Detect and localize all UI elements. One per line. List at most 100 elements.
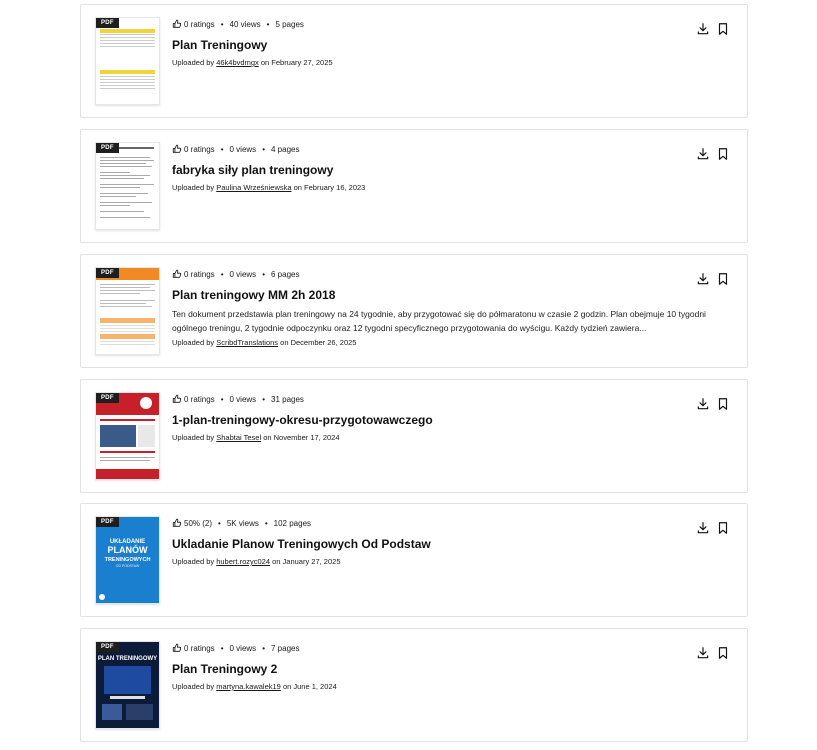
separator-dot: •: [218, 518, 221, 528]
pdf-badge: PDF: [96, 143, 119, 153]
document-title[interactable]: Plan Treningowy 2: [172, 662, 277, 676]
result-card[interactable]: PDF 0 ratings • 0 views • 31 pages 1-pla…: [80, 379, 748, 493]
document-meta: 50% (2) • 5K views • 102 pages: [172, 518, 311, 528]
bookmark-icon[interactable]: [716, 272, 730, 286]
uploaded-by-label: Uploaded by: [172, 183, 215, 192]
views-count: 0 views: [229, 643, 257, 653]
page-count: 102 pages: [273, 518, 312, 528]
bookmark-icon[interactable]: [716, 22, 730, 36]
document-meta: 0 ratings • 0 views • 7 pages: [172, 643, 299, 653]
download-icon[interactable]: [696, 272, 710, 286]
ratings-count: 0 ratings: [184, 19, 215, 29]
result-card[interactable]: PDF 0 ratings • 0 views • 6 pages Plan t…: [80, 254, 748, 368]
document-title[interactable]: Plan Treningowy: [172, 38, 267, 52]
bookmark-icon[interactable]: [716, 521, 730, 535]
document-title[interactable]: fabryka siły plan treningowy: [172, 163, 333, 177]
result-card[interactable]: PDF PLAN TRENINGOWY 0 ratings • 0 views …: [80, 628, 748, 742]
document-thumbnail[interactable]: PDF: [95, 17, 160, 105]
thumbnail-preview: [100, 147, 154, 218]
upload-info: Uploaded by ScribdTranslations on Decemb…: [172, 338, 356, 347]
uploader-link[interactable]: ScribdTranslations: [216, 338, 278, 347]
card-actions: [696, 22, 730, 36]
thumbnail-preview: PLAN TRENINGOWY: [96, 642, 159, 728]
separator-dot: •: [220, 643, 224, 653]
card-actions: [696, 521, 730, 535]
separator-dot: •: [266, 19, 270, 29]
document-meta: 0 ratings • 0 views • 6 pages: [172, 269, 299, 279]
document-description: Ten dokument przedstawia plan treningowy…: [172, 309, 706, 333]
cover-line: PLAN TRENINGOWY: [98, 656, 157, 662]
uploader-link[interactable]: martyna.kawalek19: [216, 682, 281, 691]
ratings-count: 50% (2): [184, 518, 213, 528]
upload-date: on June 1, 2024: [282, 682, 337, 691]
document-meta: 0 ratings • 0 views • 31 pages: [172, 394, 304, 404]
download-icon[interactable]: [696, 147, 710, 161]
uploaded-by-label: Uploaded by: [172, 338, 215, 347]
document-thumbnail[interactable]: PDF PLAN TRENINGOWY: [95, 641, 160, 729]
download-icon[interactable]: [696, 521, 710, 535]
document-thumbnail[interactable]: PDF: [95, 392, 160, 480]
separator-dot: •: [220, 144, 224, 154]
document-thumbnail[interactable]: PDF: [95, 142, 160, 230]
upload-info: Uploaded by Shabtai Tesel on November 17…: [172, 433, 340, 442]
cover-line: PLANÓW: [108, 544, 149, 555]
document-title[interactable]: Ukladanie Planow Treningowych Od Podstaw: [172, 537, 431, 551]
uploaded-by-label: Uploaded by: [172, 433, 215, 442]
bookmark-icon[interactable]: [716, 397, 730, 411]
download-icon[interactable]: [696, 22, 710, 36]
upload-info: Uploaded by hubert.rozyc024 on January 2…: [172, 557, 341, 566]
cover-line: OD PODSTAW: [116, 564, 140, 568]
download-icon[interactable]: [696, 397, 710, 411]
uploaded-by-label: Uploaded by: [172, 58, 215, 67]
thumbs-up-icon: [172, 144, 182, 153]
separator-dot: •: [220, 394, 224, 404]
card-actions: [696, 272, 730, 286]
upload-info: Uploaded by martyna.kawalek19 on June 1,…: [172, 682, 337, 691]
page-count: 31 pages: [271, 394, 304, 404]
upload-date: on December 26, 2025: [280, 338, 357, 347]
upload-date: on November 17, 2024: [263, 433, 340, 442]
result-card[interactable]: PDF 0 ratings • 0 views • 4 pages fabryk…: [80, 129, 748, 243]
views-count: 0 views: [229, 269, 257, 279]
card-actions: [696, 397, 730, 411]
uploader-link[interactable]: Shabtai Tesel: [216, 433, 261, 442]
separator-dot: •: [264, 518, 268, 528]
thumbnail-preview: UKŁADANIE PLANÓW TRENINGOWYCH OD PODSTAW: [96, 517, 159, 603]
upload-date: on January 27, 2025: [272, 557, 341, 566]
ratings-count: 0 ratings: [184, 643, 215, 653]
separator-dot: •: [262, 643, 265, 653]
thumbnail-preview: [100, 29, 155, 89]
document-title[interactable]: 1-plan-treningowy-okresu-przygotowawczeg…: [172, 413, 433, 427]
upload-info: Uploaded by Paulina Wrześniewska on Febr…: [172, 183, 365, 192]
pdf-badge: PDF: [96, 268, 119, 278]
uploader-link[interactable]: Paulina Wrześniewska: [216, 183, 291, 192]
thumbs-up-icon: [172, 643, 182, 652]
uploaded-by-label: Uploaded by: [172, 682, 215, 691]
result-card[interactable]: PDF UKŁADANIE PLANÓW TRENINGOWYCH OD POD…: [80, 503, 748, 617]
separator-dot: •: [262, 269, 265, 279]
thumbs-up-icon: [172, 518, 182, 527]
pdf-badge: PDF: [96, 517, 119, 527]
document-thumbnail[interactable]: PDF UKŁADANIE PLANÓW TRENINGOWYCH OD POD…: [95, 516, 160, 604]
bookmark-icon[interactable]: [716, 646, 730, 660]
document-title[interactable]: Plan treningowy MM 2h 2018: [172, 288, 335, 302]
separator-dot: •: [262, 144, 265, 154]
download-icon[interactable]: [696, 646, 710, 660]
uploader-link[interactable]: 46k4bvdmgx: [216, 58, 259, 67]
document-thumbnail[interactable]: PDF: [95, 267, 160, 355]
upload-date: on February 27, 2025: [260, 58, 333, 67]
ratings-count: 0 ratings: [184, 269, 215, 279]
separator-dot: •: [262, 394, 265, 404]
page-count: 6 pages: [271, 269, 300, 279]
ratings-count: 0 ratings: [184, 394, 215, 404]
views-count: 0 views: [229, 394, 257, 404]
page-count: 4 pages: [271, 144, 300, 154]
upload-info: Uploaded by 46k4bvdmgx on February 27, 2…: [172, 58, 333, 67]
thumbs-up-icon: [172, 269, 182, 278]
cover-line: TRENINGOWYCH: [105, 557, 151, 563]
pdf-badge: PDF: [96, 642, 119, 652]
bookmark-icon[interactable]: [716, 147, 730, 161]
separator-dot: •: [220, 19, 224, 29]
uploader-link[interactable]: hubert.rozyc024: [216, 557, 270, 566]
result-card[interactable]: PDF 0 ratings • 40 views • 5 pages Plan …: [80, 4, 748, 118]
